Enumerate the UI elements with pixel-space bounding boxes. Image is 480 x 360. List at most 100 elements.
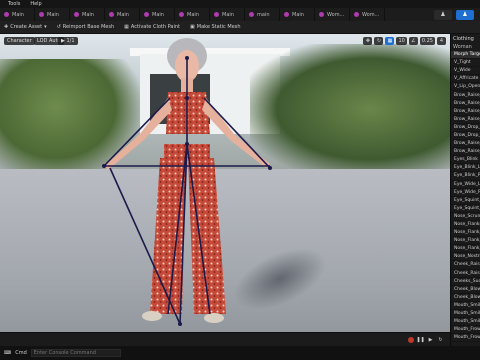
morph-target-item[interactable]: Eye_Squint_L <box>451 197 480 205</box>
tab-main-1[interactable]: Main <box>0 8 35 21</box>
step-button[interactable]: ▶ <box>427 336 434 343</box>
morph-target-item[interactable]: Brow_Raise_L <box>451 140 480 149</box>
make-static-mesh-button[interactable]: ▣ Make Static Mesh <box>190 24 241 30</box>
grid-snap-value[interactable]: 10 <box>396 37 407 45</box>
tab-main-5[interactable]: Main <box>140 8 175 21</box>
morph-target-item[interactable]: Eye_Wide_R <box>451 189 480 197</box>
viewport[interactable]: Character LOD Auto ▶ 1/1 ✥ ↻ ▦ 10 ∠ 0.25… <box>0 34 450 346</box>
cmd-label[interactable]: Cmd <box>15 350 27 356</box>
mesh-mode-button[interactable]: ♟ <box>456 9 474 20</box>
panel-subtitle: Woman <box>453 44 472 50</box>
morph-target-item[interactable]: Mouth_Smile <box>451 310 480 319</box>
morph-target-item[interactable]: Brow_Raise_O <box>451 108 480 116</box>
morph-target-item[interactable]: Brow_Drop_R <box>451 132 480 141</box>
morph-target-item[interactable]: Mouth_Frown <box>451 334 480 343</box>
loop-button[interactable]: ↻ <box>437 336 444 343</box>
morph-target-item[interactable]: Eye_Wide_L <box>451 181 480 189</box>
left-shoe <box>142 311 162 321</box>
snap-grid-button[interactable]: ▦ <box>385 37 395 45</box>
chevron-down-icon: ▾ <box>44 24 47 30</box>
morph-target-item[interactable]: Brow_Drop_L <box>451 124 480 132</box>
morph-target-item[interactable]: V_Lip_Open <box>451 83 480 92</box>
morph-target-item[interactable]: Nose_Flank_R <box>451 229 480 238</box>
reimport-button[interactable]: ↺ Reimport Base Mesh <box>57 24 115 30</box>
tab-label: Main <box>187 11 199 18</box>
reimport-label: Reimport Base Mesh <box>62 24 115 30</box>
tab-label: Main <box>222 11 234 18</box>
create-asset-button[interactable]: ✚ Create Asset ▾ <box>4 24 47 30</box>
record-icon <box>407 336 414 343</box>
scale-snap-value[interactable]: 0.25 <box>419 37 435 45</box>
record-button[interactable] <box>407 336 414 343</box>
tab-label: main <box>257 11 270 18</box>
asset-icon <box>144 12 149 17</box>
morph-target-item[interactable]: Brow_Raise_O <box>451 116 480 124</box>
transform-icon[interactable]: ✥ <box>363 37 373 45</box>
menu-help[interactable]: Help <box>30 1 41 7</box>
morph-target-item[interactable]: Nose_Flank_R <box>451 245 480 254</box>
tab-main-6[interactable]: Main <box>175 8 210 21</box>
reimport-icon: ↺ <box>56 24 61 30</box>
viewport-controls: ✥ ↻ ▦ 10 ∠ 0.25 4 <box>363 37 446 45</box>
status-bar: ⌨ Cmd Enter Console Command <box>0 346 480 360</box>
asset-icon <box>4 12 9 17</box>
step-icon: ▶ <box>428 336 433 343</box>
tab-main-8[interactable]: main <box>245 8 280 21</box>
morph-target-item[interactable]: Brow_Raise_R <box>451 148 480 157</box>
tab-main-2[interactable]: Main <box>35 8 70 21</box>
morph-target-item[interactable]: V_Tight <box>451 59 480 68</box>
morph-target-item[interactable]: Eye_Squint_R <box>451 205 480 213</box>
morph-target-item[interactable]: Eye_Blink_R <box>451 172 480 181</box>
morph-target-item[interactable]: Cheek_Raise <box>451 261 480 270</box>
asset-icon <box>354 12 359 17</box>
morph-target-item[interactable]: Cheeks_Suck <box>451 278 480 286</box>
view-mode-label: Character <box>7 38 32 44</box>
pause-button[interactable]: ❚❚ <box>416 336 424 343</box>
angle-snap-icon[interactable]: ∠ <box>408 37 418 45</box>
tab-woman-2[interactable]: Wom... <box>350 8 385 21</box>
morph-target-item[interactable]: Mouth_Smile <box>451 302 480 310</box>
character-model[interactable] <box>0 34 450 346</box>
create-asset-label: Create Asset <box>10 24 43 30</box>
morph-target-item[interactable]: Nose_Flanks <box>451 221 480 230</box>
morph-target-item[interactable]: V_Affricate <box>451 75 480 84</box>
morph-target-item[interactable]: Eye_Blink_L <box>451 164 480 173</box>
morph-target-item[interactable]: Nose_Nostril <box>451 253 480 262</box>
morph-target-item[interactable]: Cheek_Blow <box>451 294 480 302</box>
tab-label: Main <box>292 11 304 18</box>
menu-tools[interactable]: Tools <box>8 1 20 7</box>
activate-cloth-button[interactable]: ▦ Activate Cloth Paint <box>124 24 180 30</box>
tab-woman-1[interactable]: Wom... <box>315 8 350 21</box>
view-mode-dropdown[interactable]: Character <box>4 37 35 45</box>
morph-target-item[interactable]: Nose_Scrunch <box>451 213 480 221</box>
morph-target-item[interactable]: Nose_Flank_L <box>451 237 480 246</box>
morph-target-item[interactable]: V_Wide <box>451 67 480 76</box>
rotate-icon[interactable]: ↻ <box>374 37 384 45</box>
tab-main-7[interactable]: Main <box>210 8 245 21</box>
morph-target-item[interactable]: Eyes_Blink <box>451 156 480 165</box>
tab-main-4[interactable]: Main <box>105 8 140 21</box>
tab-main-9[interactable]: Main <box>280 8 315 21</box>
make-static-label: Make Static Mesh <box>196 24 241 30</box>
morph-target-item[interactable]: Brow_Raise_I <box>451 91 480 100</box>
toolbar: ✚ Create Asset ▾ ↺ Reimport Base Mesh ▦ Acti… <box>0 21 480 34</box>
morph-target-item[interactable]: Cheek_Blow <box>451 286 480 294</box>
morph-target-item[interactable]: Morph Targets <box>451 51 480 60</box>
morph-target-item[interactable]: Brow_Raise_I <box>451 100 480 108</box>
console-input[interactable]: Enter Console Command <box>30 349 121 357</box>
morph-target-item[interactable]: Cheek_Raise <box>451 270 480 278</box>
tab-label: Wom... <box>327 11 345 18</box>
morph-target-item[interactable]: Mouth_Frown <box>451 326 480 335</box>
terminal-icon: ⌨ <box>4 350 12 356</box>
asset-icon <box>39 12 44 17</box>
playback-speed-dropdown[interactable]: ▶ 1/1 <box>58 37 78 45</box>
skeleton-mode-button[interactable]: ♟ <box>434 9 452 20</box>
camera-speed-value[interactable]: 4 <box>437 37 446 45</box>
tab-label: Main <box>82 11 94 18</box>
asset-icon <box>284 12 289 17</box>
activate-cloth-label: Activate Cloth Paint <box>130 24 181 30</box>
person-icon: ♟ <box>440 11 446 18</box>
morph-target-item[interactable]: Mouth_Smile <box>451 318 480 327</box>
asset-icon <box>249 12 254 17</box>
tab-main-3[interactable]: Main <box>70 8 105 21</box>
